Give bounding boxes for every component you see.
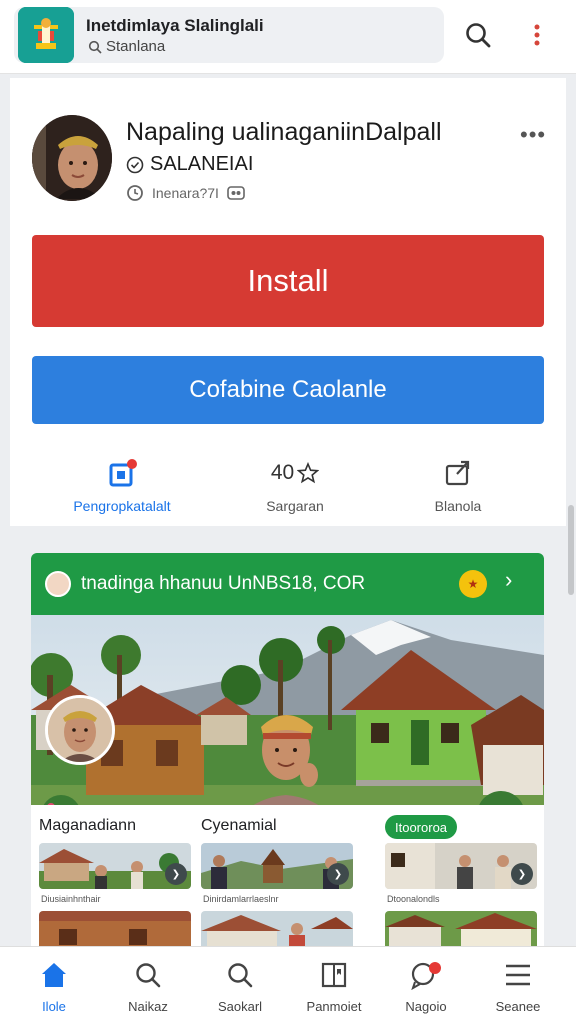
stat-category[interactable]: Pengropkatalalt — [32, 456, 212, 514]
app-name: Napaling ualinaganiinDalpall — [126, 118, 442, 146]
stat-rating-label: Sargaran — [266, 498, 324, 514]
search-icon — [192, 957, 288, 993]
top-app-bar: Inetdimlaya Slalinglali Stanlana — [0, 0, 576, 74]
nav-item-search[interactable]: Naikaz — [100, 957, 196, 1014]
feature-header-title: tnadinga hhanuu UnNBS18, COR — [81, 573, 366, 594]
more-options-icon[interactable]: ••• — [520, 122, 546, 148]
chevron-right-icon[interactable]: › — [505, 567, 512, 593]
nav-item-explore[interactable]: Saokarl — [192, 957, 288, 1014]
gift-icon — [32, 456, 212, 490]
app-meta-text: Inenara?7I — [152, 185, 219, 201]
gallery-chip[interactable]: Itoororoa — [385, 815, 458, 839]
book-icon — [286, 957, 382, 993]
feature-header: tnadinga hhanuu UnNBS18, COR ★ › — [31, 553, 544, 615]
nav-item-menu[interactable]: Seanee — [470, 957, 566, 1014]
thumb-caption: Dtoonalondls — [387, 894, 440, 904]
stat-rating[interactable]: 40 Sargaran — [205, 456, 385, 514]
app-header-pill[interactable]: Inetdimlaya Slalinglali Stanlana — [14, 7, 444, 63]
play-icon[interactable]: ❯ — [165, 863, 187, 885]
nav-label: Panmoiet — [306, 999, 362, 1014]
nav-label: Naikaz — [128, 999, 168, 1014]
rating-badge-icon — [227, 186, 245, 200]
creator-avatar — [45, 695, 115, 765]
nav-label: Nagoio — [405, 999, 447, 1014]
share-icon — [368, 456, 548, 490]
app-logo — [18, 7, 74, 63]
gallery-thumb[interactable]: ❯ — [385, 843, 537, 889]
verified-icon — [126, 156, 144, 173]
star-icon — [297, 462, 320, 484]
menu-icon — [470, 957, 566, 993]
thumb-caption: Dinirdamlarrlaeslnr — [203, 894, 279, 904]
search-icon — [88, 40, 102, 54]
search-icon[interactable] — [462, 19, 494, 51]
app-header-title: Inetdimlaya Slalinglali — [86, 16, 264, 35]
gallery-thumb[interactable] — [385, 911, 537, 951]
app-header-subtitle: Stanlana — [88, 38, 165, 55]
bottom-navigation: Ilole Naikaz Saokarl Panmoiet Nagoio Sea… — [0, 946, 576, 1024]
gallery-thumb[interactable] — [201, 911, 353, 951]
play-icon[interactable]: ❯ — [511, 863, 533, 885]
developer-avatar — [32, 115, 112, 201]
more-vertical-icon[interactable] — [521, 19, 553, 51]
gallery-thumb[interactable]: ❯ — [39, 843, 191, 889]
stat-share-label: Blanola — [434, 498, 482, 514]
developer-name[interactable]: SALANEIAI — [126, 153, 253, 176]
stat-share[interactable]: Blanola — [368, 456, 548, 514]
developer-name-text: SALANEIAI — [150, 153, 254, 175]
gallery-mid-title: Cyenamial — [201, 817, 277, 834]
app-details-card: Napaling ualinaganiinDalpall ••• SALANEI… — [10, 78, 566, 526]
app-stats-row: Pengropkatalalt 40 Sargaran Blanola — [10, 456, 566, 520]
channel-avatar — [45, 571, 71, 597]
install-button[interactable]: Install — [32, 235, 544, 327]
nav-label: Saokarl — [217, 999, 263, 1014]
nav-label: Seanee — [495, 999, 541, 1014]
app-meta: Inenara?7I — [126, 184, 245, 202]
badge-icon: ★ — [459, 570, 487, 598]
gallery-thumb[interactable] — [39, 911, 191, 951]
nav-item-library[interactable]: Panmoiet — [286, 957, 382, 1014]
nav-item-messages[interactable]: Nagoio — [378, 957, 474, 1014]
gallery-left-title: Maganadiann — [39, 817, 136, 834]
thumb-caption: Diusiainhnthair — [41, 894, 101, 904]
nav-label: Ilole — [42, 999, 66, 1014]
nav-item-home[interactable]: Ilole — [6, 957, 102, 1014]
app-header-subtitle-text: Stanlana — [106, 38, 166, 55]
secondary-action-button[interactable]: Cofabine Caolanle — [32, 356, 544, 424]
feature-card[interactable]: tnadinga hhanuu UnNBS18, COR ★ › Maganad… — [31, 553, 544, 973]
scrollbar[interactable] — [568, 505, 574, 595]
stat-category-label: Pengropkatalalt — [73, 498, 171, 514]
clock-icon — [127, 185, 143, 201]
play-icon[interactable]: ❯ — [327, 863, 349, 885]
chat-icon — [378, 957, 474, 993]
search-icon — [100, 957, 196, 993]
home-icon — [6, 957, 102, 993]
stat-rating-value: 40 — [270, 461, 295, 484]
gallery-thumb[interactable]: ❯ — [201, 843, 353, 889]
